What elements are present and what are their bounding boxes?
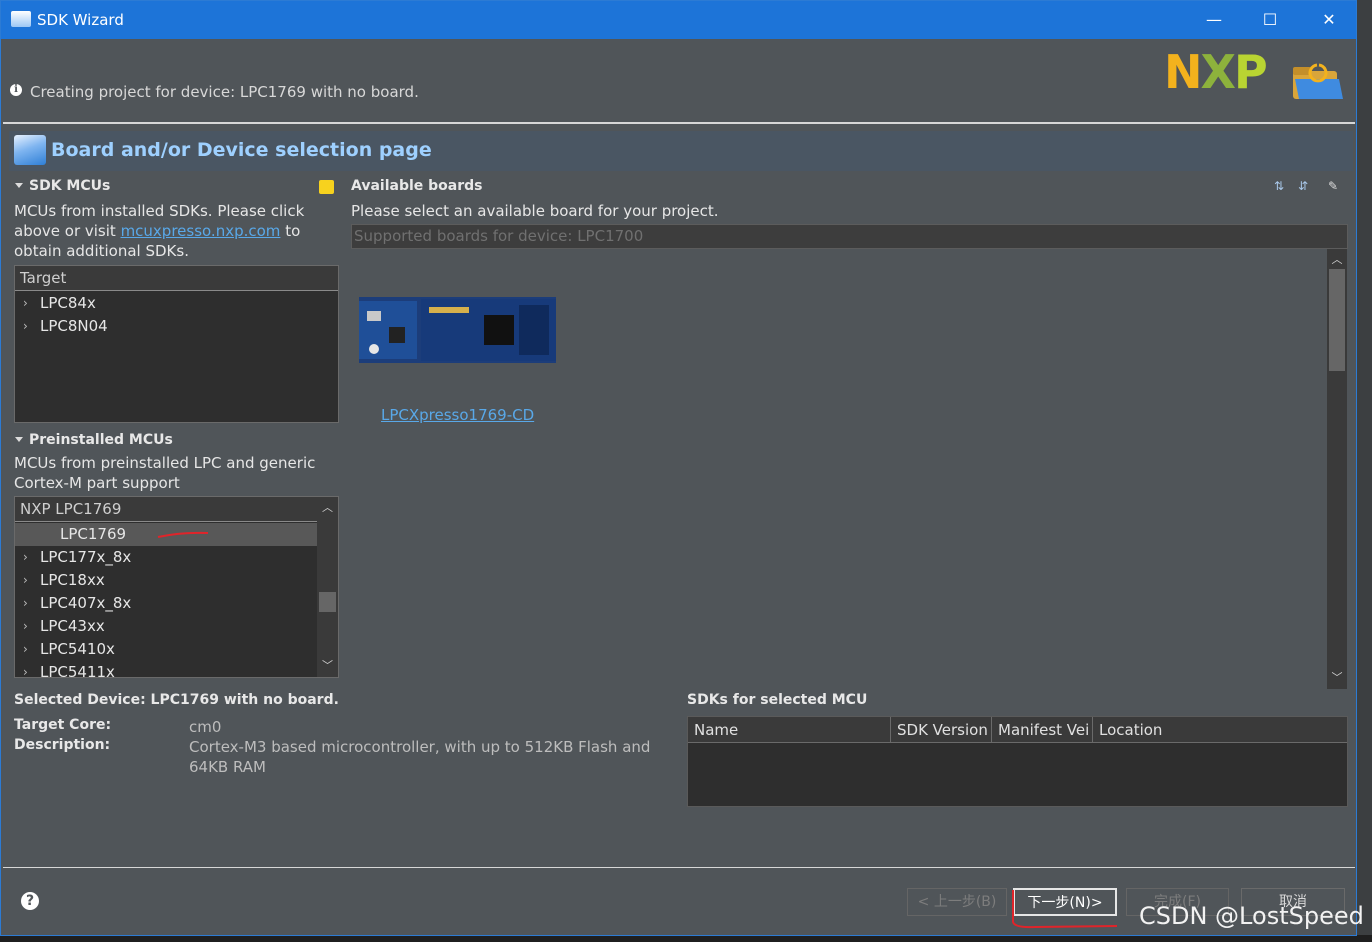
header-divider	[3, 122, 1355, 124]
tree-item[interactable]: › LPC84x	[15, 292, 338, 315]
sdk-mcus-tree[interactable]: Target › LPC84x › LPC8N04	[14, 265, 339, 423]
preinstalled-mcus-description: MCUs from preinstalled LPC and generic C…	[14, 454, 316, 492]
window-app-icon	[11, 11, 31, 27]
preinstalled-scrollbar[interactable]: ︿ ﹀	[317, 497, 338, 677]
page-banner: Board and/or Device selection page	[9, 131, 1353, 171]
sdks-table-header: Name SDK Version Manifest Vei Location	[688, 717, 1347, 743]
red-underline-annotation	[157, 531, 209, 538]
tree-item[interactable]: › LPC18xx	[15, 569, 317, 592]
column-header-location[interactable]: Location	[1093, 717, 1347, 743]
info-icon: i	[10, 84, 22, 96]
wizard-header: i Creating project for device: LPC1769 w…	[1, 39, 1356, 123]
sdk-mcus-filter-input[interactable]: Target	[15, 266, 338, 291]
description-value: Cortex-M3 based microcontroller, with up…	[189, 738, 651, 776]
header-message: Creating project for device: LPC1769 wit…	[30, 83, 419, 101]
sdks-table[interactable]: Name SDK Version Manifest Vei Location	[687, 716, 1348, 807]
column-header-sdk-version[interactable]: SDK Version	[891, 717, 992, 743]
desktop-edge	[1356, 0, 1372, 942]
red-circle-annotation	[1012, 890, 1118, 929]
scroll-up-icon[interactable]: ︿	[317, 499, 338, 517]
chevron-right-icon: ›	[23, 550, 28, 564]
watermark-text: CSDN @LostSpeed	[1139, 902, 1364, 930]
preinstalled-mcus-heading[interactable]: Preinstalled MCUs	[15, 432, 173, 448]
chevron-right-icon: ›	[23, 573, 28, 587]
available-boards-heading: Available boards	[351, 178, 483, 194]
page-title: Board and/or Device selection page	[51, 139, 432, 161]
collapse-triangle-icon	[15, 183, 23, 188]
column-header-name[interactable]: Name	[688, 717, 891, 743]
sdk-mcus-description: MCUs from installed SDKs. Please click a…	[14, 202, 305, 260]
chevron-right-icon: ›	[23, 665, 28, 678]
chevron-right-icon: ›	[23, 642, 28, 656]
desktop-taskbar-edge	[0, 935, 1372, 942]
scroll-down-icon[interactable]: ﹀	[1327, 669, 1347, 687]
help-icon[interactable]: ?	[21, 892, 39, 910]
scroll-thumb[interactable]	[1329, 269, 1345, 371]
boards-filter-input[interactable]: Supported boards for device: LPC1700	[351, 224, 1348, 249]
available-boards-description: Please select an available board for you…	[351, 202, 719, 220]
boards-list[interactable]: LPCXpresso1769-CD ︿ ﹀	[351, 249, 1347, 689]
tree-item[interactable]: › LPC177x_8x	[15, 546, 317, 569]
sort-descending-icon[interactable]: ⇵	[1298, 179, 1316, 197]
chevron-right-icon: ›	[23, 296, 28, 310]
project-folder-icon	[1293, 63, 1343, 99]
boards-scrollbar[interactable]: ︿ ﹀	[1327, 249, 1347, 689]
board-link[interactable]: LPCXpresso1769-CD	[381, 406, 534, 424]
close-button[interactable]: ✕	[1306, 5, 1352, 35]
sdks-heading: SDKs for selected MCU	[687, 692, 868, 708]
mcuxpresso-link[interactable]: mcuxpresso.nxp.com	[121, 222, 281, 240]
selected-device-heading: Selected Device: LPC1769 with no board.	[14, 692, 339, 708]
sort-ascending-icon[interactable]: ⇅	[1274, 179, 1292, 197]
chevron-right-icon: ›	[23, 596, 28, 610]
wizard-page-icon	[14, 135, 46, 165]
sdk-wizard-window: SDK Wizard — ☐ ✕ i Creating project for …	[0, 0, 1357, 936]
window-title: SDK Wizard	[37, 11, 124, 29]
sdk-mcus-heading[interactable]: SDK MCUs	[15, 178, 110, 194]
clear-filter-icon[interactable]: ✎	[1328, 179, 1346, 197]
title-bar[interactable]: SDK Wizard — ☐ ✕	[1, 1, 1356, 39]
sdk-install-icon[interactable]	[319, 180, 334, 194]
board-image[interactable]	[359, 297, 556, 363]
column-header-manifest-version[interactable]: Manifest Vei	[992, 717, 1093, 743]
scroll-down-icon[interactable]: ﹀	[317, 657, 338, 675]
tree-item[interactable]: › LPC407x_8x	[15, 592, 317, 615]
preinstalled-mcus-tree[interactable]: NXP LPC1769 LPC1769 › LPC177x_8x › LPC18xx…	[14, 496, 339, 678]
nxp-logo: NXP	[1164, 45, 1268, 99]
tree-item[interactable]: › LPC5410x	[15, 638, 317, 661]
tree-item[interactable]: › LPC43xx	[15, 615, 317, 638]
scroll-up-icon[interactable]: ︿	[1327, 251, 1347, 269]
target-core-value: cm0	[189, 718, 222, 736]
description-label: Description:	[14, 737, 111, 753]
chevron-right-icon: ›	[23, 619, 28, 633]
preinstalled-filter-input[interactable]: NXP LPC1769	[15, 497, 317, 522]
target-core-label: Target Core:	[14, 717, 112, 733]
tree-item[interactable]: › LPC5411x	[15, 661, 317, 678]
back-button[interactable]: < 上一步(B)	[907, 888, 1007, 916]
collapse-triangle-icon	[15, 437, 23, 442]
maximize-button[interactable]: ☐	[1247, 5, 1293, 35]
footer-divider	[3, 867, 1355, 868]
scroll-thumb[interactable]	[319, 592, 336, 612]
minimize-button[interactable]: —	[1191, 5, 1237, 35]
tree-item[interactable]: › LPC8N04	[15, 315, 338, 338]
chevron-right-icon: ›	[23, 319, 28, 333]
